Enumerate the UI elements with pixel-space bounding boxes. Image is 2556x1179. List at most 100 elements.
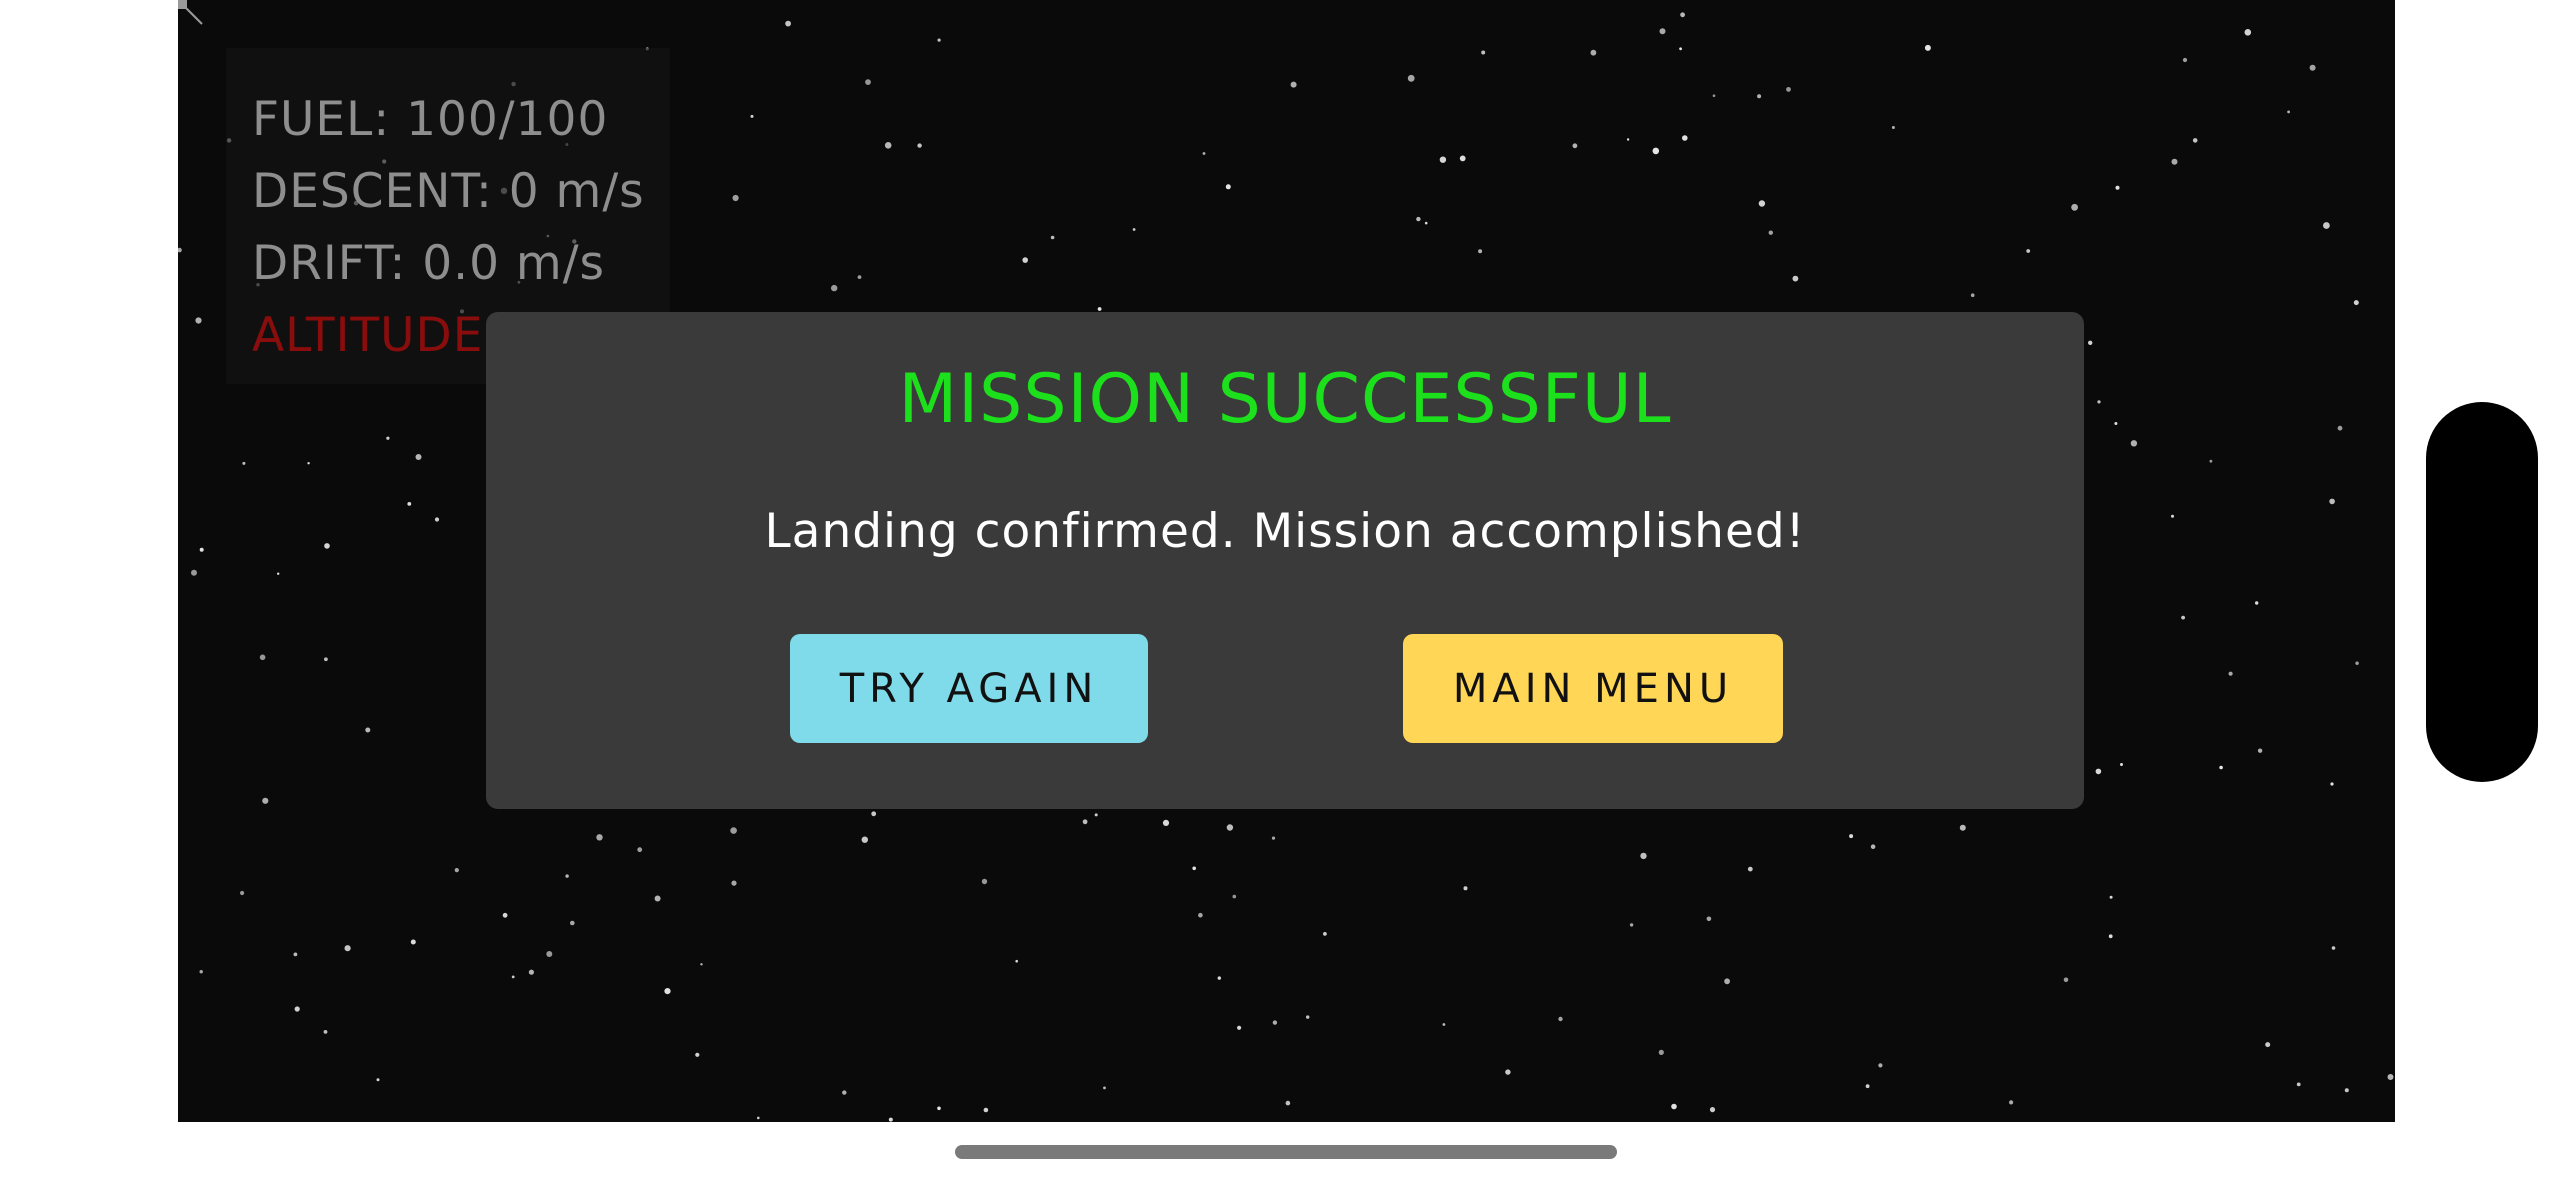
try-again-button[interactable]: TRY AGAIN [790, 634, 1148, 743]
star [2095, 768, 2102, 775]
star [888, 1117, 893, 1122]
star [1878, 1063, 1883, 1068]
star [1870, 844, 1876, 849]
star [700, 963, 703, 966]
dialog-title: MISSION SUCCESSFUL [898, 360, 1672, 439]
star [1757, 94, 1762, 99]
star [871, 811, 877, 817]
star [1132, 228, 1136, 231]
star [1849, 834, 1854, 839]
star [376, 1078, 380, 1082]
star [884, 142, 892, 149]
star [454, 868, 459, 873]
star [1225, 184, 1231, 190]
star [2323, 222, 2330, 229]
star [730, 827, 737, 834]
star [2009, 1100, 2014, 1105]
star [1082, 819, 1088, 825]
star [1671, 1103, 1677, 1110]
star [2228, 671, 2233, 676]
star [731, 880, 737, 886]
star [1217, 976, 1222, 980]
star [570, 920, 575, 926]
star [1924, 44, 1931, 51]
star [2296, 1082, 2301, 1087]
dialog-message: Landing confirmed. Mission accomplished! [764, 504, 1806, 559]
star [2329, 498, 2335, 505]
star [1481, 50, 1486, 55]
star [865, 79, 871, 85]
star [1768, 230, 1774, 235]
star [528, 969, 534, 975]
star [407, 502, 412, 506]
star [1629, 923, 1634, 927]
star [1290, 81, 1297, 88]
star [365, 727, 371, 733]
star [511, 975, 515, 979]
star [1198, 912, 1203, 918]
star [2109, 895, 2113, 899]
star [2181, 615, 2185, 620]
home-indicator[interactable] [955, 1145, 1617, 1159]
star [2097, 400, 2101, 404]
star [1407, 74, 1415, 82]
star [1478, 249, 1483, 254]
star [2244, 29, 2252, 36]
hud-descent: DESCENT: 0 m/s [252, 164, 645, 219]
star [1463, 886, 1468, 891]
side-pill-button[interactable] [2426, 402, 2538, 782]
hud-fuel: FUEL: 100/100 [252, 92, 609, 147]
star [1459, 155, 1466, 162]
star [2355, 661, 2359, 665]
device-screen: FUEL: 100/100 DESCENT: 0 m/s DRIFT: 0.0 … [0, 0, 2556, 1179]
star [937, 1106, 941, 1111]
star [750, 114, 754, 118]
star [2088, 340, 2093, 345]
star [1232, 894, 1237, 899]
star [323, 1030, 328, 1034]
star [1306, 1015, 1310, 1019]
star [861, 836, 868, 843]
star [307, 462, 310, 465]
star [2287, 110, 2291, 114]
star [2344, 1088, 2349, 1093]
star [1192, 866, 1196, 871]
star [2255, 601, 2259, 605]
star [1652, 147, 1660, 155]
star [1572, 143, 1578, 149]
star [178, 247, 182, 253]
star [637, 847, 643, 853]
star [2330, 782, 2334, 786]
star [1237, 1025, 1242, 1030]
star [1272, 1020, 1278, 1025]
star [1094, 813, 1098, 817]
star [240, 890, 245, 896]
star [259, 654, 266, 661]
star [199, 547, 204, 552]
star [695, 1052, 700, 1057]
corner-marker-icon [178, 0, 203, 25]
star [732, 194, 739, 202]
star [654, 895, 661, 902]
star [1970, 293, 1975, 298]
star [1891, 126, 1895, 129]
main-menu-button[interactable]: MAIN MENU [1403, 634, 1783, 743]
star [2120, 763, 2123, 766]
hud-drift: DRIFT: 0.0 m/s [252, 236, 606, 291]
star [2115, 185, 2120, 190]
star [565, 874, 569, 878]
star [1640, 852, 1647, 860]
star [1439, 156, 1447, 163]
star [664, 988, 671, 995]
star [546, 951, 553, 957]
star [242, 461, 246, 465]
star [1416, 216, 1421, 222]
star [1424, 221, 1428, 225]
star [2353, 300, 2359, 306]
star [1015, 959, 1018, 963]
star [294, 1006, 300, 1012]
star [1442, 1023, 1446, 1026]
star [191, 569, 197, 576]
star [981, 878, 988, 885]
star [386, 436, 390, 440]
